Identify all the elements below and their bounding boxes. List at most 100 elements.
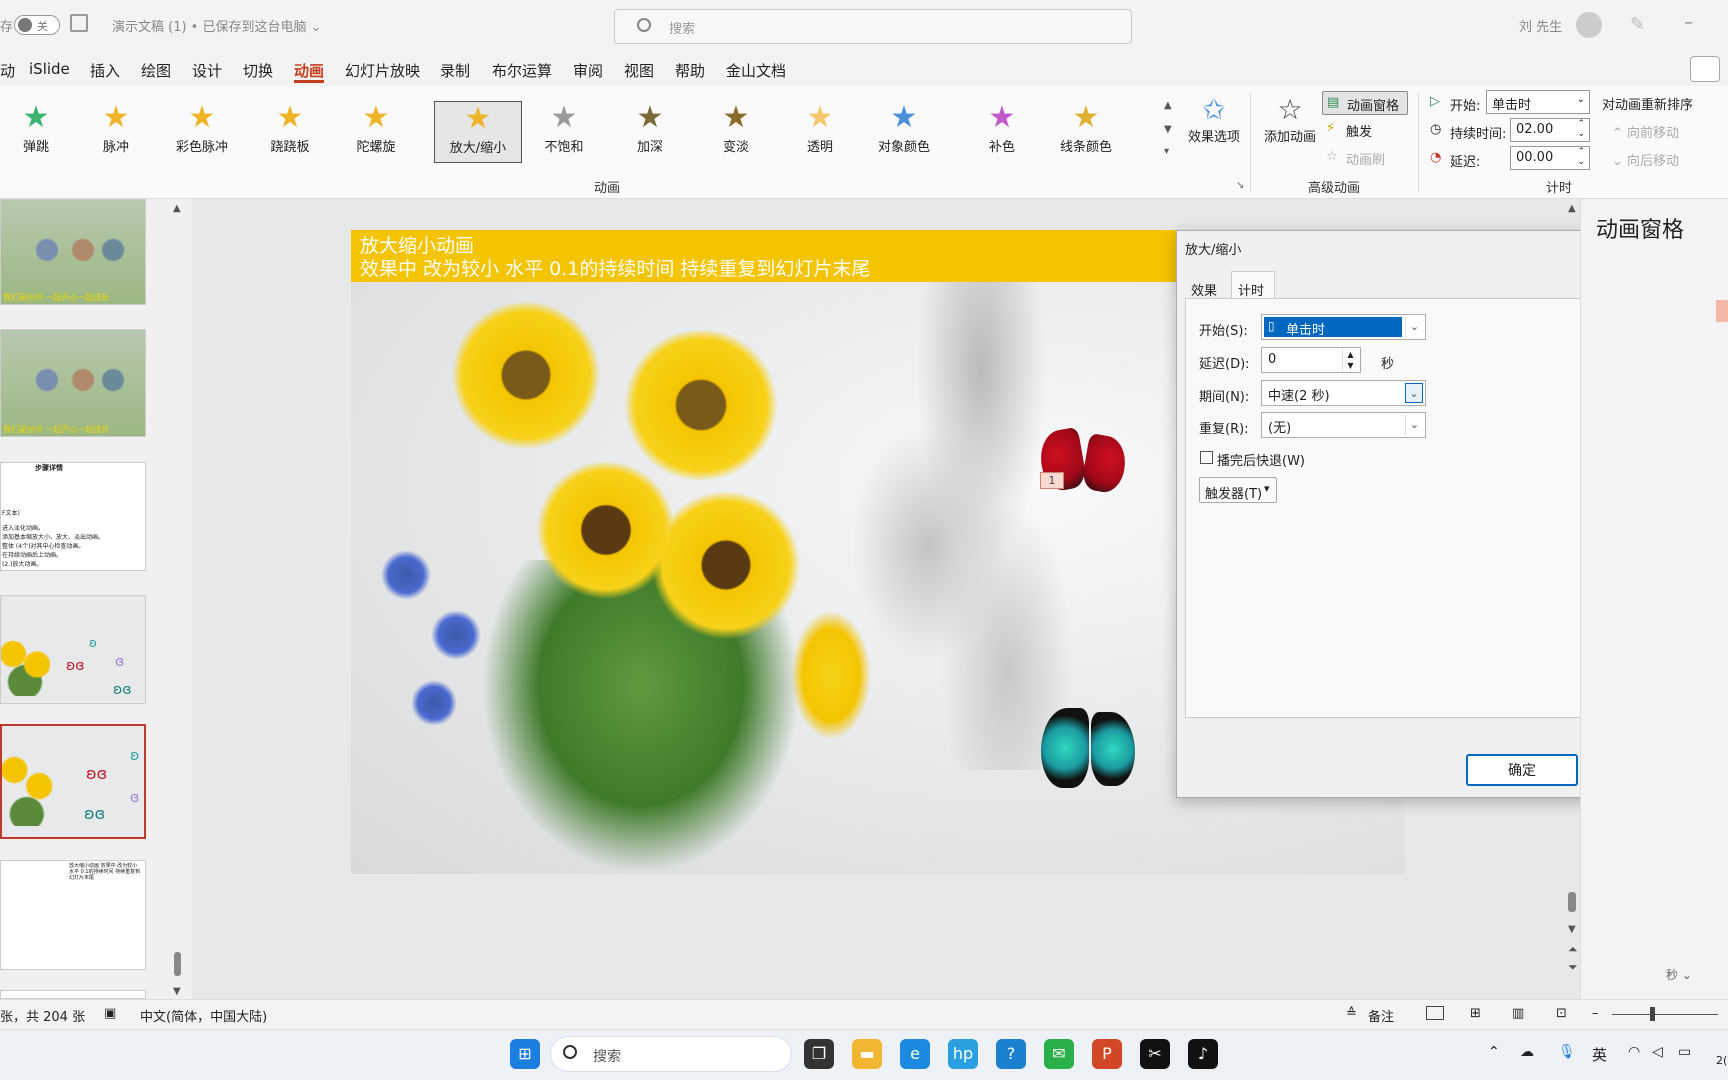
search-box[interactable]: 搜索 <box>614 9 1132 44</box>
pen-icon[interactable]: ✎ <box>1630 14 1645 35</box>
save-icon[interactable] <box>70 14 88 32</box>
capcut-icon[interactable]: ✂ <box>1140 1039 1170 1069</box>
windows-start-icon[interactable]: ⊞ <box>510 1039 540 1069</box>
animation-12-button[interactable]: ★ 补色 <box>958 101 1046 163</box>
task-view-icon[interactable]: ❐ <box>804 1039 834 1069</box>
zoom-out-icon[interactable]: – <box>1592 1006 1599 1021</box>
tab-effect[interactable]: 效果 <box>1191 280 1217 299</box>
menu-item-islide[interactable]: iSlide <box>29 60 70 78</box>
normal-view-icon[interactable] <box>1426 1006 1444 1020</box>
animation-3-button[interactable]: ★ 彩色脉冲 <box>158 101 246 163</box>
menu-item-record[interactable]: 录制 <box>440 60 470 81</box>
ok-button[interactable]: 确定 <box>1466 754 1578 786</box>
next-slide-icon[interactable]: ⏷ <box>1568 960 1578 975</box>
gallery-more[interactable]: ▾ <box>1164 146 1169 157</box>
tiktok-icon[interactable]: ♪ <box>1188 1039 1218 1069</box>
delay-field[interactable]: 00.00 ⌃ ⌄ <box>1510 146 1590 170</box>
menu-item-animations[interactable]: 动画 <box>294 60 324 81</box>
animation-2-button[interactable]: ★ 脉冲 <box>72 101 160 163</box>
triggers-button[interactable]: 触发器(T) ▾ <box>1199 477 1277 503</box>
menu-item-help[interactable]: 帮助 <box>675 60 705 81</box>
pane-scroll-up[interactable]: ▲ <box>1568 203 1576 214</box>
thumbs-scrollbar[interactable] <box>174 952 181 976</box>
delay-input[interactable]: 0 ▲ ▼ <box>1261 347 1361 373</box>
animation-pane-button[interactable]: ▤ 动画窗格 <box>1322 91 1408 115</box>
slide-thumbnail-7[interactable] <box>0 990 146 999</box>
thumbs-scroll-up[interactable]: ▲ <box>173 203 181 214</box>
start-select[interactable]: 单击时 ⌄ <box>1486 90 1590 114</box>
menu-item-kdocs[interactable]: 金山文档 <box>726 60 786 81</box>
help-app-icon[interactable]: ? <box>996 1039 1026 1069</box>
animation-13-button[interactable]: ★ 线条颜色 <box>1042 101 1130 163</box>
slide-thumbnail-4[interactable]: ʚ ʚɞ ɞ ʚɞ <box>0 595 146 704</box>
tray-chevron-icon[interactable]: ⌃ <box>1488 1044 1500 1060</box>
animation-5-button[interactable]: ★ 陀螺旋 <box>332 101 420 163</box>
menu-item-slideshow[interactable]: 幻灯片放映 <box>345 60 420 81</box>
animation-4-button[interactable]: ★ 跷跷板 <box>246 101 334 163</box>
menu-item-anim-trunc[interactable]: 动 <box>0 60 15 81</box>
add-animation-button[interactable]: ☆ 添加动画 <box>1262 93 1318 163</box>
animation-7-button[interactable]: ★ 不饱和 <box>520 101 608 163</box>
clock-partial[interactable]: 2( <box>1716 1054 1727 1067</box>
animation-9-button[interactable]: ★ 变淡 <box>692 101 780 163</box>
wechat-icon[interactable]: ✉ <box>1044 1039 1074 1069</box>
volume-icon[interactable]: ◁ <box>1652 1044 1663 1060</box>
slide-subtitle[interactable]: 效果中 改为较小 水平 0.1的持续时间 持续重复到幻灯片末尾 <box>360 254 870 281</box>
zoom-slider-thumb[interactable] <box>1650 1007 1655 1021</box>
avatar[interactable] <box>1576 12 1602 38</box>
menu-item-design[interactable]: 设计 <box>192 60 222 81</box>
pane-scroll-down[interactable]: ▼ <box>1568 924 1576 935</box>
trigger-button[interactable]: 触发 <box>1346 121 1372 140</box>
zoom-slider[interactable] <box>1612 1014 1718 1015</box>
thumbs-scroll-down[interactable]: ▼ <box>173 986 181 997</box>
pane-scrollbar[interactable] <box>1568 892 1576 912</box>
slide-thumbnail-1[interactable]: 我们是伙伴 一起开心一起成长 <box>0 199 146 305</box>
edge-icon[interactable]: e <box>900 1039 930 1069</box>
menu-item-review[interactable]: 审阅 <box>573 60 603 81</box>
animation-1-button[interactable]: ★ 弹跳 <box>0 101 80 163</box>
slide-thumbnail-5-selected[interactable]: ʚ ʚɞ ɞ ʚɞ <box>0 724 146 839</box>
teal-butterfly[interactable] <box>1041 708 1141 818</box>
reading-view-icon[interactable]: ▥ <box>1512 1006 1524 1021</box>
slide-thumbnail-3[interactable]: 步骤详情 F文本) 进入淡化动画。 添加基本缩放大小、放大、淡出动画。 整体 (… <box>0 462 146 571</box>
rewind-checkbox[interactable] <box>1200 451 1213 464</box>
slide-thumbnail-2[interactable]: 我们是伙伴 一起开心一起成长 <box>0 329 146 437</box>
pane-item-marker[interactable] <box>1716 300 1728 322</box>
gallery-scroll-up[interactable]: ▲ <box>1164 100 1172 111</box>
battery-icon[interactable]: ▭ <box>1678 1044 1691 1060</box>
ime-indicator[interactable]: 英 <box>1592 1044 1607 1065</box>
menu-item-transitions[interactable]: 切换 <box>243 60 273 81</box>
menu-item-draw[interactable]: 绘图 <box>141 60 171 81</box>
tab-timing[interactable]: 计时 <box>1231 271 1275 299</box>
microphone-icon[interactable]: 🎙 <box>1558 1044 1576 1060</box>
timeline-unit[interactable]: 秒 ⌄ <box>1666 966 1692 983</box>
file-explorer-icon[interactable]: ▬ <box>852 1039 882 1069</box>
prev-slide-icon[interactable]: ⏶ <box>1568 942 1578 957</box>
language-status[interactable]: 中文(简体，中国大陆) <box>140 1006 267 1025</box>
accessibility-icon[interactable]: ▣ <box>104 1006 116 1021</box>
onedrive-icon[interactable]: ☁ <box>1520 1044 1534 1060</box>
dialog-launcher-icon[interactable]: ↘ <box>1236 180 1244 191</box>
comments-icon[interactable] <box>1690 56 1720 82</box>
gallery-scroll-down[interactable]: ▼ <box>1164 124 1172 135</box>
hp-icon[interactable]: hp <box>948 1039 978 1069</box>
powerpoint-icon[interactable]: P <box>1092 1039 1122 1069</box>
taskbar-search[interactable]: 搜索 <box>550 1036 792 1072</box>
red-butterfly[interactable] <box>1036 426 1131 510</box>
document-title[interactable]: 演示文稿 (1) • 已保存到这台电脑 ⌄ <box>112 16 322 35</box>
menu-item-view[interactable]: 视图 <box>624 60 654 81</box>
period-dropdown[interactable]: 中速(2 秒) ⌄ <box>1261 380 1426 406</box>
menu-item-boolean[interactable]: 布尔运算 <box>492 60 552 81</box>
user-name[interactable]: 刘 先生 <box>1519 16 1562 35</box>
menu-item-insert[interactable]: 插入 <box>90 60 120 81</box>
notes-button[interactable]: 备注 <box>1368 1006 1394 1025</box>
animation-11-button[interactable]: ★ 对象颜色 <box>860 101 948 163</box>
start-dropdown[interactable]: ▯ 单击时 ⌄ <box>1261 314 1426 340</box>
animation-8-button[interactable]: ★ 加深 <box>606 101 694 163</box>
animation-10-button[interactable]: ★ 透明 <box>776 101 864 163</box>
duration-field[interactable]: 02.00 ⌃ ⌄ <box>1510 118 1590 142</box>
slide-sorter-icon[interactable]: ⊞ <box>1470 1006 1481 1021</box>
minimize-icon[interactable]: – <box>1684 12 1693 33</box>
wifi-icon[interactable]: ◠ <box>1628 1044 1640 1060</box>
autosave-toggle[interactable]: 关 <box>14 15 60 35</box>
